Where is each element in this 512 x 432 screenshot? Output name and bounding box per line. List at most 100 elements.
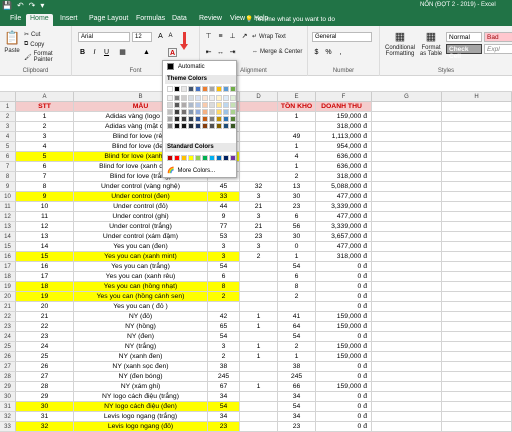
header-d[interactable]	[240, 102, 278, 112]
cell-mau[interactable]: NY logo cách điệu (trắng)	[74, 392, 208, 402]
row-number[interactable]: 30	[0, 392, 16, 402]
standard-color-swatch[interactable]	[174, 155, 180, 161]
format-painter-button[interactable]: 🖌 Format Painter	[24, 51, 71, 63]
percent-icon[interactable]: %	[324, 48, 333, 57]
standard-color-swatch[interactable]	[216, 155, 222, 161]
theme-tint-swatch[interactable]	[216, 116, 222, 122]
empty-cell[interactable]	[442, 222, 512, 232]
cell-stt[interactable]: 14	[16, 242, 74, 252]
cell-d[interactable]: 1	[240, 342, 278, 352]
empty-cell[interactable]	[372, 412, 442, 422]
cell-mau[interactable]: Yes you can (xanh mint)	[74, 252, 208, 262]
cell-c[interactable]: 38	[208, 362, 240, 372]
cell-c[interactable]: 3	[208, 252, 240, 262]
row-number[interactable]: 10	[0, 192, 16, 202]
select-all-corner[interactable]	[0, 92, 16, 102]
theme-tint-swatch[interactable]	[216, 95, 222, 101]
style-normal[interactable]: Normal	[446, 32, 482, 42]
theme-tint-swatch[interactable]	[202, 116, 208, 122]
standard-color-swatch[interactable]	[181, 155, 187, 161]
empty-cell[interactable]	[372, 362, 442, 372]
empty-cell[interactable]	[442, 112, 512, 122]
theme-tint-swatch[interactable]	[181, 102, 187, 108]
row-number[interactable]: 3	[0, 122, 16, 132]
row-number[interactable]: 13	[0, 222, 16, 232]
row-number[interactable]: 8	[0, 172, 16, 182]
standard-color-swatch[interactable]	[230, 155, 236, 161]
cell-doanh-thu[interactable]: 5,088,000 đ	[316, 182, 372, 192]
cell-mau[interactable]: NY logo cách điệu (đen)	[74, 402, 208, 412]
row-number[interactable]: 5	[0, 142, 16, 152]
cell-ton-kho[interactable]: 6	[278, 212, 316, 222]
theme-tint-swatch[interactable]	[174, 95, 180, 101]
theme-tint-swatch[interactable]	[223, 123, 229, 129]
cell-ton-kho[interactable]: 1	[278, 352, 316, 362]
paste-button[interactable]: 📋 Paste	[4, 30, 20, 54]
empty-cell[interactable]	[442, 162, 512, 172]
cell-ton-kho[interactable]: 23	[278, 422, 316, 432]
theme-tint-swatch[interactable]	[216, 102, 222, 108]
currency-icon[interactable]: $	[312, 48, 321, 57]
theme-tint-swatch[interactable]	[195, 109, 201, 115]
empty-cell[interactable]	[372, 422, 442, 432]
empty-cell[interactable]	[442, 102, 512, 112]
theme-tint-swatch[interactable]	[223, 116, 229, 122]
cell-d[interactable]: 2	[240, 252, 278, 262]
cell-mau[interactable]: NY (hồng)	[74, 322, 208, 332]
cell-mau[interactable]: NY (đen bóng)	[74, 372, 208, 382]
cell-mau[interactable]: NY (đen)	[74, 332, 208, 342]
align-right-icon[interactable]: ⇥	[228, 48, 237, 57]
style-check-cell[interactable]: Check Cell	[446, 44, 482, 60]
row-number[interactable]: 6	[0, 152, 16, 162]
empty-cell[interactable]	[372, 222, 442, 232]
cell-d[interactable]: 3	[240, 242, 278, 252]
cell-d[interactable]: 3	[240, 192, 278, 202]
empty-cell[interactable]	[442, 182, 512, 192]
theme-color-swatch[interactable]	[195, 86, 201, 92]
cell-mau[interactable]: Levis logo ngang (đỏ)	[74, 422, 208, 432]
style-bad[interactable]: Bad	[484, 32, 512, 42]
cell-stt[interactable]: 18	[16, 282, 74, 292]
cell-stt[interactable]: 17	[16, 272, 74, 282]
cell-d[interactable]	[240, 152, 278, 162]
cell-stt[interactable]: 8	[16, 182, 74, 192]
empty-cell[interactable]	[442, 202, 512, 212]
underline-button[interactable]: U	[102, 48, 111, 57]
standard-color-swatch[interactable]	[209, 155, 215, 161]
empty-cell[interactable]	[372, 262, 442, 272]
cell-mau[interactable]: Under control (đỏ)	[74, 202, 208, 212]
cell-d[interactable]	[240, 302, 278, 312]
cell-d[interactable]	[240, 162, 278, 172]
cell-d[interactable]	[240, 122, 278, 132]
cell-ton-kho[interactable]	[278, 302, 316, 312]
cell-c[interactable]: 3	[208, 242, 240, 252]
cell-doanh-thu[interactable]: 0 đ	[316, 302, 372, 312]
cell-doanh-thu[interactable]: 318,000 đ	[316, 122, 372, 132]
cell-mau[interactable]: NY (xám ghi)	[74, 382, 208, 392]
merge-center-button[interactable]: ⇔ Merge & Center	[252, 49, 302, 55]
font-name-select[interactable]: Arial	[78, 32, 130, 42]
theme-tint-swatch[interactable]	[167, 102, 173, 108]
shrink-font-icon[interactable]: A	[166, 32, 175, 41]
bold-button[interactable]: B	[78, 48, 87, 57]
empty-cell[interactable]	[442, 372, 512, 382]
cell-d[interactable]: 1	[240, 312, 278, 322]
cell-doanh-thu[interactable]: 0 đ	[316, 412, 372, 422]
standard-color-swatch[interactable]	[223, 155, 229, 161]
empty-cell[interactable]	[442, 332, 512, 342]
empty-cell[interactable]	[442, 172, 512, 182]
customize-icon[interactable]: ▾	[40, 1, 44, 10]
cell-d[interactable]: 1	[240, 322, 278, 332]
theme-tint-swatch[interactable]	[174, 102, 180, 108]
cell-ton-kho[interactable]: 8	[278, 282, 316, 292]
tab-insert[interactable]: Insert	[56, 14, 82, 26]
cell-stt[interactable]: 12	[16, 222, 74, 232]
cell-doanh-thu[interactable]: 159,000 đ	[316, 352, 372, 362]
empty-cell[interactable]	[442, 142, 512, 152]
cell-c[interactable]: 53	[208, 232, 240, 242]
empty-cell[interactable]	[372, 112, 442, 122]
empty-cell[interactable]	[442, 292, 512, 302]
align-bottom-icon[interactable]: ⊥	[228, 32, 237, 41]
cell-d[interactable]	[240, 362, 278, 372]
cell-d[interactable]	[240, 172, 278, 182]
